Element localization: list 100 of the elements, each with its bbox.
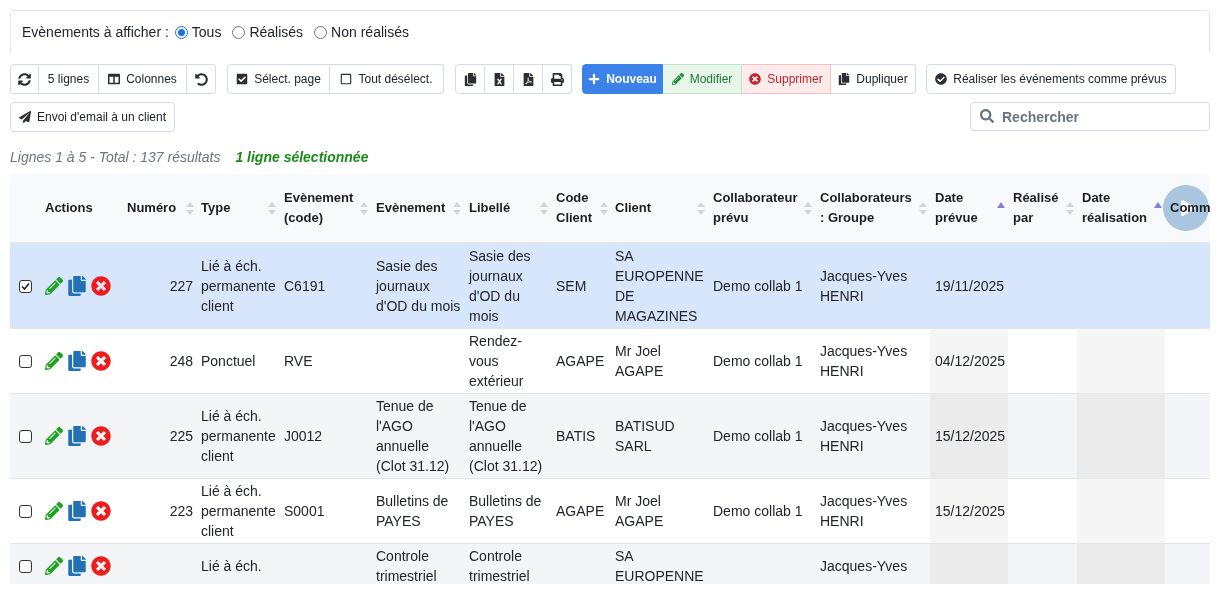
- column-header[interactable]: Code Client: [556, 188, 598, 228]
- table-cell-text: S0001: [283, 502, 326, 521]
- table-cell-text: Lié à éch.: [200, 557, 263, 576]
- sort-icon: [1066, 201, 1074, 215]
- column-header[interactable]: Comm: [1170, 198, 1210, 218]
- column-header[interactable]: Date réalisation: [1082, 188, 1152, 228]
- record-action-button[interactable]: Dupliquer: [831, 64, 916, 94]
- row-checkbox[interactable]: [18, 279, 32, 293]
- pencil-icon[interactable]: [45, 277, 63, 295]
- sort-ascending-icon: [997, 202, 1005, 208]
- record-action-button[interactable]: Modifier: [663, 64, 742, 94]
- column-header[interactable]: Actions: [45, 198, 93, 218]
- refresh-button[interactable]: [10, 64, 39, 94]
- select-page-button[interactable]: Sélect. page: [227, 64, 330, 94]
- rows-per-page-button[interactable]: 5 lignes: [39, 64, 99, 94]
- table-cell-text: Jacques-Yves: [819, 557, 909, 576]
- record-action-button[interactable]: Nouveau: [582, 64, 663, 94]
- table-cell-text: Jacques-Yves HENRI: [819, 417, 909, 456]
- table-cell-text: Controle trimestriel: [468, 547, 531, 584]
- table-cell-text: 227: [168, 277, 194, 296]
- column-header[interactable]: Client: [615, 198, 652, 218]
- table-cell-text: 248: [168, 352, 194, 371]
- table-cell: 15/12/2025: [930, 394, 1008, 478]
- radio-button[interactable]: [314, 25, 328, 39]
- documents-icon[interactable]: [67, 276, 87, 296]
- row-checkbox[interactable]: [18, 504, 32, 518]
- table-cell-text: Controle trimestriel: [375, 547, 438, 584]
- columns-icon: [108, 73, 121, 85]
- printer-icon: [550, 72, 564, 86]
- row-checkbox[interactable]: [18, 429, 32, 443]
- excel-export-button[interactable]: [485, 64, 514, 94]
- table-cell-text: Mr Joel AGAPE: [614, 492, 665, 531]
- record-action-button[interactable]: Supprimer: [742, 64, 831, 94]
- columns-button[interactable]: Colonnes: [99, 64, 187, 94]
- reset-button[interactable]: [187, 64, 216, 94]
- table-cell-text: RVE: [283, 352, 314, 371]
- table-cell-text: 225: [168, 427, 194, 446]
- column-header[interactable]: Numéro: [127, 198, 177, 218]
- pencil-icon[interactable]: [45, 502, 63, 520]
- pdf-export-button[interactable]: [514, 64, 543, 94]
- table-cell-text: Demo collab 1: [712, 502, 804, 521]
- search-field[interactable]: Rechercher: [970, 102, 1210, 131]
- radio-button[interactable]: [232, 25, 246, 39]
- filter-label: Evènements à afficher :: [22, 22, 169, 42]
- table-cell-text: C6191: [283, 277, 327, 296]
- table-cell-text: Demo collab 1: [712, 277, 804, 296]
- table-cell-text: Ponctuel: [200, 352, 257, 371]
- table-cell-text: Jacques-Yves HENRI: [819, 267, 909, 306]
- sort-icon: [360, 201, 368, 215]
- sort-icon: [540, 201, 548, 215]
- table-row[interactable]: Lié à éch. Controle trimestriel Controle trimestriel SA EUROPENNE Jacques-Yves: [10, 543, 1210, 584]
- documents-icon[interactable]: [67, 351, 87, 371]
- row-checkbox[interactable]: [18, 354, 32, 368]
- pencil-icon[interactable]: [45, 427, 63, 445]
- column-header[interactable]: Collaborateur prévu: [713, 188, 802, 228]
- pencil-icon[interactable]: [45, 557, 63, 575]
- pencil-icon: [671, 73, 684, 85]
- radio-label[interactable]: Réalisés: [249, 21, 304, 43]
- table-cell-text: Jacques-Yves HENRI: [819, 492, 909, 531]
- print-button[interactable]: [543, 64, 572, 94]
- documents-icon[interactable]: [67, 556, 87, 576]
- column-header[interactable]: Type: [201, 198, 231, 218]
- plus-icon: [588, 73, 601, 85]
- documents-icon[interactable]: [67, 501, 87, 521]
- table-cell-text: SEM: [555, 277, 588, 296]
- table-cell-text: Rendez-vous extérieur: [468, 332, 525, 391]
- documents-icon[interactable]: [67, 426, 87, 446]
- undo-icon: [194, 72, 208, 86]
- table-cell: 15/12/2025: [930, 479, 1008, 543]
- column-header[interactable]: Libellé: [469, 198, 511, 218]
- table-cell-text: 19/11/2025: [934, 277, 1006, 296]
- column-header[interactable]: Evènement: [376, 198, 446, 218]
- table-cell-text: Demo collab 1: [712, 427, 804, 446]
- table-cell-text: Sasie des journaux d'OD du mois: [374, 257, 462, 316]
- documents-icon: [463, 72, 477, 86]
- sort-icon: [697, 201, 705, 215]
- table-cell-text: SA EUROPENNE: [614, 547, 705, 584]
- table-cell-text: AGAPE: [555, 352, 606, 371]
- column-header[interactable]: Evènement (code): [284, 188, 358, 228]
- column-header[interactable]: Réalisé par: [1013, 188, 1064, 228]
- realize-events-button[interactable]: Réaliser les événements comme prévus: [926, 64, 1176, 94]
- table-cell-text: BATIS: [555, 427, 597, 446]
- table-cell-text: Lié à éch. permanente client: [200, 257, 277, 316]
- radio-button[interactable]: [174, 25, 188, 39]
- send-email-button[interactable]: Envoi d'email à un client: [10, 102, 175, 132]
- column-header[interactable]: Date prévue: [935, 188, 995, 228]
- deselect-all-button[interactable]: Tout désélect.: [330, 64, 444, 94]
- pencil-icon[interactable]: [45, 352, 63, 370]
- paper-plane-icon: [19, 111, 31, 123]
- sort-icon: [919, 201, 927, 215]
- sort-icon: [186, 201, 194, 215]
- row-checkbox[interactable]: [18, 559, 32, 573]
- radio-label[interactable]: Non réalisés: [331, 21, 409, 43]
- table-cell-text: Lié à éch. permanente client: [200, 407, 277, 466]
- radio-label[interactable]: Tous: [191, 21, 222, 43]
- column-header[interactable]: Collaborateurs : Groupe: [820, 188, 917, 228]
- copy-button[interactable]: [455, 64, 485, 94]
- table-row[interactable]: 225 Lié à éch. permanente client J0012 Tenue de l'AGO annuelle (Clot 31.12) Tenue de l'AGO annuelle (Clot 31.12) BATIS BATISUD SARL Demo collab 1 Jacques-Yves HENRI 15/12/2025: [10, 393, 1210, 478]
- table-cell-text: Jacques-Yves HENRI: [819, 342, 909, 381]
- scroll-right-button[interactable]: [1163, 185, 1209, 231]
